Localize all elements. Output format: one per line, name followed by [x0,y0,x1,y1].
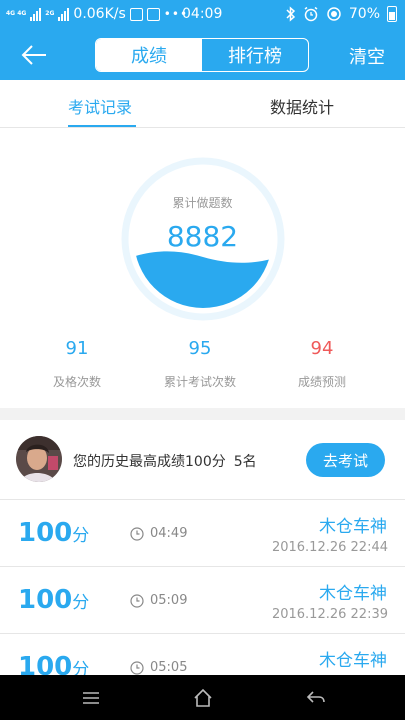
record-row[interactable]: 100分 04:49 木仓车神 2016.12.26 22:44 [0,500,405,567]
alarm-icon [304,6,318,22]
tab-data-statistics[interactable]: 数据统计 [270,94,334,118]
battery-icon [387,6,397,22]
tab-indicator [68,125,136,127]
bluetooth-icon [286,6,295,22]
stat-label: 成绩预测 [297,375,346,389]
record-score: 100分 [18,652,89,675]
battery-text: 70% [348,6,380,22]
arrow-left-icon [21,45,46,65]
score-value: 100 [18,518,73,548]
header-bar: 成绩 排行榜 清空 [0,30,405,80]
status-time: 04:09 [182,6,223,22]
duration-value: 04:49 [150,526,188,541]
clock-icon [130,660,144,675]
stat-passed: 91 及格次数 [7,338,147,390]
records-list: 100分 04:49 木仓车神 2016.12.26 22:44 100分 05… [0,500,405,675]
sub-tabs: 考试记录 数据统计 [0,80,405,128]
avatar-image [16,436,62,482]
best-score-text: 您的历史最高成绩100分 5名 [73,451,257,471]
back-button[interactable] [18,42,50,68]
record-duration: 05:09 [130,593,187,608]
stat-prediction: 94 成绩预测 [252,338,392,390]
stat-value: 95 [188,338,212,359]
stat-label: 累计考试次数 [163,375,236,389]
tab-exam-records[interactable]: 考试记录 [68,94,132,118]
location-icon [327,7,341,21]
app-notification-icon [129,7,143,21]
score-unit: 分 [72,660,90,675]
stat-value: 94 [310,338,334,359]
best-score-row: 您的历史最高成绩100分 5名 去考试 [0,420,405,500]
record-user: 木仓车神 [319,651,387,671]
gauge-label: 累计做题数 [172,196,233,210]
back-icon [306,691,325,703]
record-date: 2016.12.26 22:44 [271,540,388,555]
go-exam-button[interactable]: 去考试 [306,443,385,477]
gauge-value: 8882 [166,220,239,253]
section-divider [0,408,405,420]
gauge-wave [134,251,272,308]
record-row[interactable]: 100分 05:09 木仓车神 2016.12.26 22:39 [0,567,405,634]
clock-icon [130,593,144,608]
stat-label: 及格次数 [52,375,101,389]
record-date: 2016.12.26 22:39 [271,607,388,622]
nav-home-button[interactable] [192,687,214,709]
notification-icon [146,7,160,21]
score-value: 100 [18,585,73,615]
network-type-1: 4G 4G [6,10,27,17]
clock-icon [130,526,144,541]
best-rank: 5名 [233,454,257,470]
status-bar: 4G 4G 2G 0.06K/s ••• 04:09 70% [0,0,405,30]
record-user: 木仓车神 [319,517,387,537]
stat-total-exams: 95 累计考试次数 [130,338,270,390]
score-unit: 分 [72,593,90,613]
system-nav-bar [0,675,405,720]
duration-value: 05:09 [150,593,188,608]
segment-ranking[interactable]: 排行榜 [202,39,308,71]
score-value: 100 [18,652,73,675]
best-score-label: 您的历史最高成绩100分 [73,454,226,470]
record-duration: 04:49 [130,526,187,541]
home-icon [194,688,212,707]
clear-button[interactable]: 清空 [349,43,385,69]
duration-value: 05:05 [150,660,188,675]
record-score: 100分 [18,518,89,548]
stat-value: 91 [65,338,89,359]
record-score: 100分 [18,585,89,615]
network-type-2: 2G [45,10,55,17]
signal-icon-2 [58,7,70,21]
record-user: 木仓车神 [319,584,387,604]
avatar[interactable] [16,436,62,482]
menu-icon [83,692,99,704]
record-row[interactable]: 100分 05:05 木仓车神 [0,634,405,675]
segment-control: 成绩 排行榜 [95,38,309,72]
nav-back-button[interactable] [305,687,327,709]
stats-panel: 累计做题数 8882 91 及格次数 95 累计考试次数 94 成绩预测 [0,128,405,408]
network-speed: 0.06K/s [73,6,126,22]
record-duration: 05:05 [130,660,187,675]
segment-score[interactable]: 成绩 [96,39,202,71]
score-unit: 分 [72,526,90,546]
nav-menu-button[interactable] [80,687,102,709]
signal-icon [30,7,42,21]
